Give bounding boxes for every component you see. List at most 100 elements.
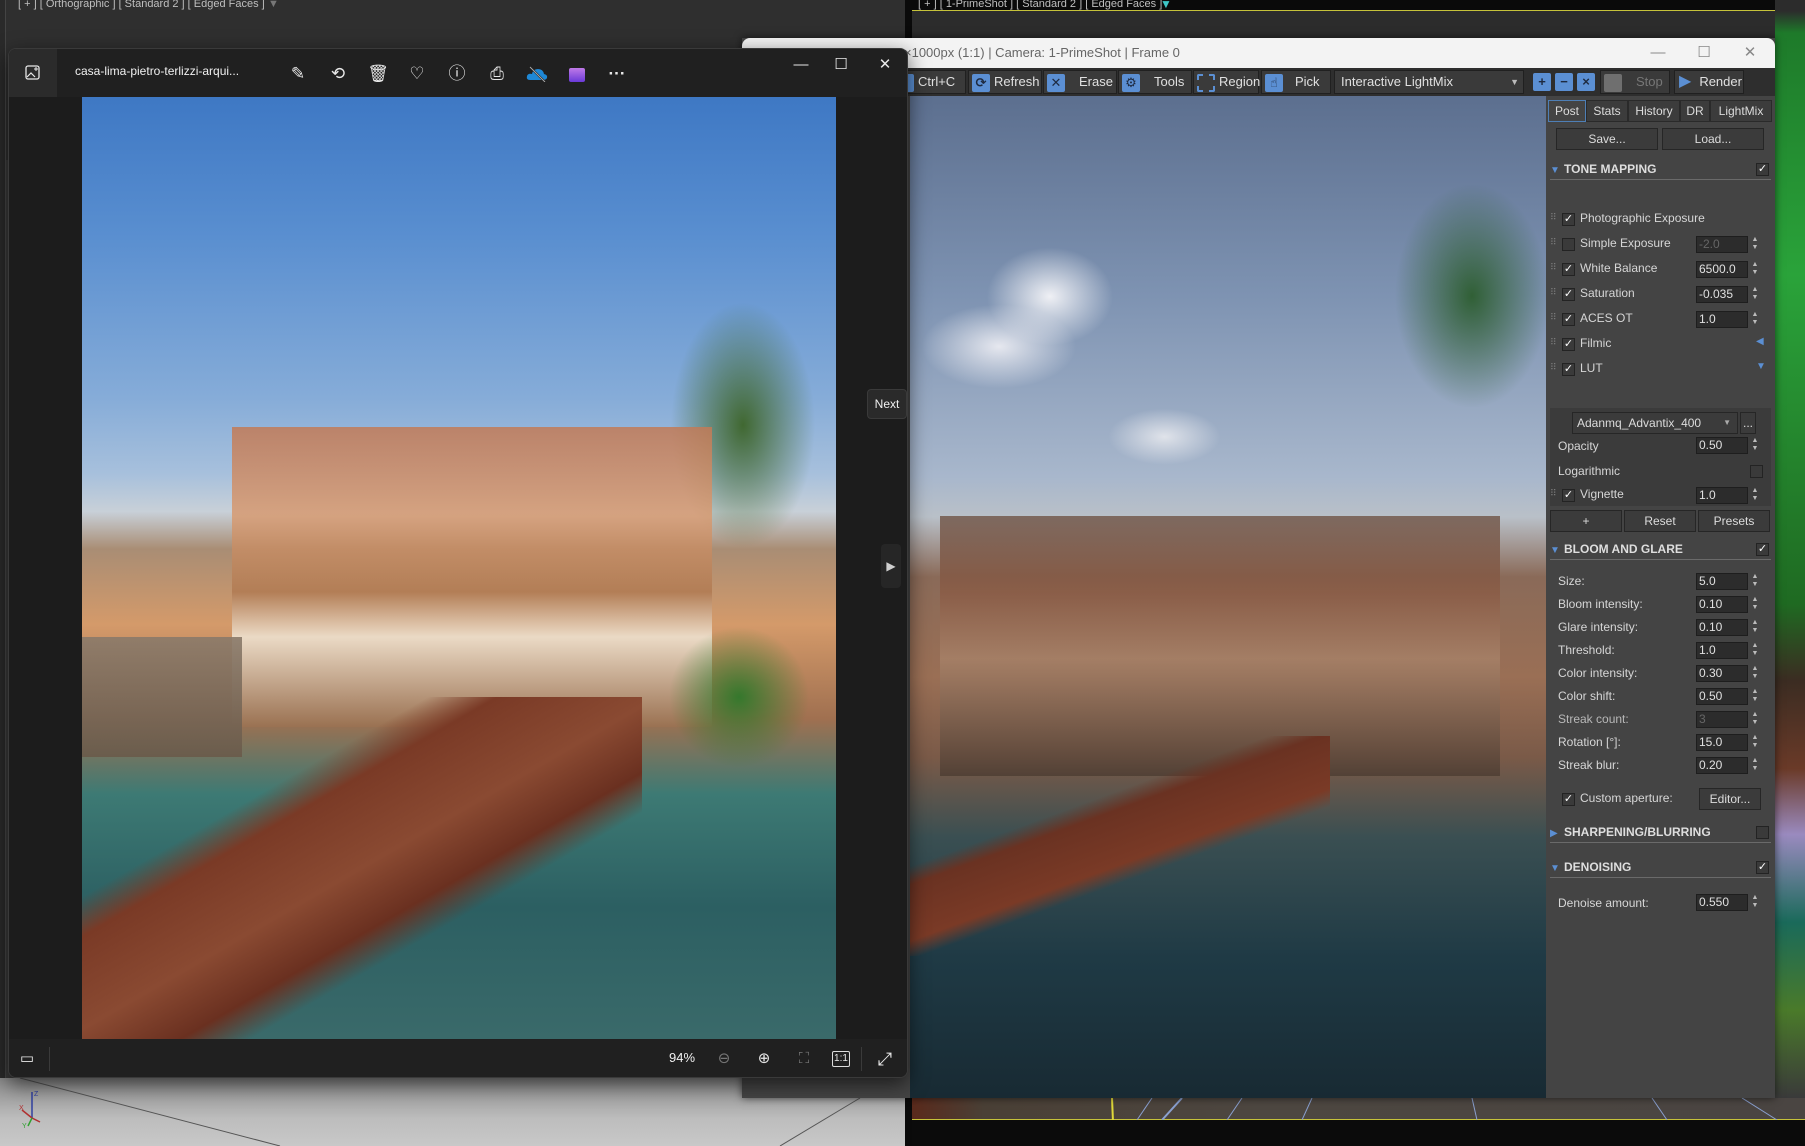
filter-icon[interactable]: ▼ bbox=[268, 0, 279, 10]
tab-lightmix[interactable]: LightMix bbox=[1710, 100, 1772, 122]
zoom-reset-icon[interactable]: × bbox=[1577, 73, 1595, 91]
photos-titlebar[interactable]: casa-lima-pietro-terlizzi-arqui... ✎ ⟲ 🗑… bbox=[9, 49, 907, 97]
row-spinner[interactable]: ▲ ▼ bbox=[1750, 236, 1760, 253]
row-spinner[interactable]: ▲ ▼ bbox=[1750, 311, 1760, 328]
copy-button[interactable]: Ctrl+C bbox=[902, 70, 966, 94]
row-checkbox[interactable] bbox=[1562, 238, 1575, 251]
vignette-spinner[interactable]: ▲ ▼ bbox=[1750, 487, 1760, 504]
load-button[interactable]: Load... bbox=[1662, 128, 1764, 150]
row-spinner[interactable]: ▲ ▼ bbox=[1750, 619, 1760, 636]
edit-image-icon[interactable]: ✎ bbox=[285, 61, 311, 87]
rotate-icon[interactable]: ⟲ bbox=[325, 61, 351, 87]
row-spinner[interactable]: ▲ ▼ bbox=[1750, 261, 1760, 278]
row-value-input[interactable]: -2.0 bbox=[1696, 236, 1748, 253]
print-icon[interactable]: ⎙ bbox=[484, 61, 510, 87]
expand-down-triangle-icon[interactable]: ▼ bbox=[1756, 361, 1766, 372]
sharpening-enable-checkbox[interactable] bbox=[1756, 826, 1769, 839]
tab-post[interactable]: Post bbox=[1548, 100, 1586, 122]
fit-to-window-icon[interactable]: ⛶ bbox=[792, 1047, 816, 1071]
presets-button[interactable]: Presets bbox=[1698, 510, 1770, 532]
refresh-button[interactable]: ⟳ Refresh bbox=[968, 70, 1042, 94]
right-viewport-label[interactable]: [ + ] [ 1-PrimeShot ] [ Standard 2 ] [ E… bbox=[918, 0, 1162, 10]
tab-history[interactable]: History bbox=[1628, 100, 1680, 122]
lut-browse-button[interactable]: ... bbox=[1740, 412, 1756, 434]
region-button[interactable]: Region bbox=[1193, 70, 1260, 94]
row-value-input[interactable]: 1.0 bbox=[1696, 642, 1748, 659]
photos-app-icon-button[interactable] bbox=[9, 49, 57, 97]
vfb-maximize-button[interactable]: ☐ bbox=[1681, 38, 1727, 68]
filmstrip-icon[interactable]: ▭ bbox=[15, 1047, 39, 1071]
photos-image-view[interactable] bbox=[82, 97, 836, 1039]
denoising-enable-checkbox[interactable]: ✓ bbox=[1756, 861, 1769, 874]
row-value-input[interactable]: 15.0 bbox=[1696, 734, 1748, 751]
opacity-input[interactable]: 0.50 bbox=[1696, 437, 1748, 454]
vfb-render-image[interactable] bbox=[910, 96, 1546, 1098]
row-value-input[interactable]: -0.035 bbox=[1696, 286, 1748, 303]
drag-handle-icon[interactable]: ⠿ bbox=[1550, 287, 1557, 298]
clipchamp-icon[interactable] bbox=[564, 61, 590, 87]
row-spinner[interactable]: ▲ ▼ bbox=[1750, 286, 1760, 303]
row-spinner[interactable]: ▲ ▼ bbox=[1750, 596, 1760, 613]
row-value-input[interactable]: 5.0 bbox=[1696, 573, 1748, 590]
vfb-close-button[interactable]: ✕ bbox=[1727, 38, 1773, 68]
row-value-input[interactable]: 0.50 bbox=[1696, 688, 1748, 705]
row-checkbox[interactable]: ✓ bbox=[1562, 363, 1575, 376]
row-spinner[interactable]: ▲ ▼ bbox=[1750, 734, 1760, 751]
aperture-editor-button[interactable]: Editor... bbox=[1699, 788, 1761, 810]
row-spinner[interactable]: ▲ ▼ bbox=[1750, 757, 1760, 774]
reset-button[interactable]: Reset bbox=[1624, 510, 1696, 532]
drag-handle-icon[interactable]: ⠿ bbox=[1550, 237, 1557, 248]
row-value-input[interactable]: 0.20 bbox=[1696, 757, 1748, 774]
row-value-input[interactable]: 0.10 bbox=[1696, 596, 1748, 613]
row-spinner[interactable]: ▲ ▼ bbox=[1750, 688, 1760, 705]
photos-minimize-button[interactable]: — bbox=[781, 53, 821, 77]
drag-handle-icon[interactable]: ⠿ bbox=[1550, 262, 1557, 273]
row-checkbox[interactable]: ✓ bbox=[1562, 313, 1575, 326]
actual-size-icon[interactable]: 1:1 bbox=[832, 1051, 850, 1067]
row-value-input[interactable]: 1.0 bbox=[1696, 311, 1748, 328]
tab-stats[interactable]: Stats bbox=[1586, 100, 1628, 122]
photos-close-button[interactable]: ✕ bbox=[865, 53, 905, 77]
drag-handle-icon[interactable]: ⠿ bbox=[1550, 337, 1557, 348]
row-value-input[interactable]: 6500.0 bbox=[1696, 261, 1748, 278]
bloom-glare-enable-checkbox[interactable]: ✓ bbox=[1756, 543, 1769, 556]
vignette-checkbox[interactable]: ✓ bbox=[1562, 489, 1575, 502]
custom-aperture-checkbox[interactable]: ✓ bbox=[1562, 793, 1575, 806]
drag-handle-icon[interactable]: ⠿ bbox=[1550, 488, 1557, 499]
row-spinner[interactable]: ▲ ▼ bbox=[1750, 665, 1760, 682]
row-value-input[interactable]: 0.10 bbox=[1696, 619, 1748, 636]
lut-file-select[interactable]: Adanmq_Advantix_400 ▼ bbox=[1572, 412, 1738, 434]
row-spinner[interactable]: ▲ ▼ bbox=[1750, 642, 1760, 659]
zoom-out-icon[interactable]: − bbox=[1555, 73, 1573, 91]
drag-handle-icon[interactable]: ⠿ bbox=[1550, 312, 1557, 323]
render-mode-select[interactable]: Interactive LightMix ▼ bbox=[1334, 70, 1524, 94]
denoise-amount-input[interactable]: 0.550 bbox=[1696, 894, 1748, 911]
tools-button[interactable]: ⚙ Tools bbox=[1118, 70, 1192, 94]
denoise-amount-spinner[interactable]: ▲ ▼ bbox=[1750, 894, 1760, 911]
sharpening-header[interactable]: ▶ SHARPENING/BLURRING bbox=[1550, 821, 1771, 843]
row-spinner[interactable]: ▲ ▼ bbox=[1750, 711, 1760, 728]
render-button[interactable]: ▶ Render bbox=[1674, 70, 1744, 94]
logarithmic-checkbox[interactable] bbox=[1750, 465, 1763, 478]
save-button[interactable]: Save... bbox=[1556, 128, 1658, 150]
tone-mapping-enable-checkbox[interactable]: ✓ bbox=[1756, 163, 1769, 176]
tone-mapping-header[interactable]: ▼ TONE MAPPING bbox=[1550, 158, 1771, 180]
vfb-minimize-button[interactable]: — bbox=[1635, 38, 1681, 68]
favorite-icon[interactable]: ♡ bbox=[404, 61, 430, 87]
left-viewport-label[interactable]: [ + ] [ Orthographic ] [ Standard 2 ] [ … bbox=[18, 0, 265, 10]
add-button[interactable]: + bbox=[1550, 510, 1622, 532]
tab-dr[interactable]: DR bbox=[1680, 100, 1710, 122]
info-icon[interactable]: ⓘ bbox=[444, 61, 470, 87]
vignette-input[interactable]: 1.0 bbox=[1696, 487, 1748, 504]
onedrive-icon[interactable] bbox=[524, 61, 550, 87]
pick-button[interactable]: ☝ Pick bbox=[1261, 70, 1331, 94]
photos-maximize-button[interactable]: ☐ bbox=[821, 53, 861, 77]
opacity-spinner[interactable]: ▲ ▼ bbox=[1750, 437, 1760, 454]
row-checkbox[interactable]: ✓ bbox=[1562, 213, 1575, 226]
row-checkbox[interactable]: ✓ bbox=[1562, 263, 1575, 276]
row-value-input[interactable]: 3 bbox=[1696, 711, 1748, 728]
row-checkbox[interactable]: ✓ bbox=[1562, 288, 1575, 301]
row-spinner[interactable]: ▲ ▼ bbox=[1750, 573, 1760, 590]
bloom-glare-header[interactable]: ▼ BLOOM AND GLARE bbox=[1550, 538, 1771, 560]
erase-button[interactable]: ✕ Erase bbox=[1043, 70, 1117, 94]
